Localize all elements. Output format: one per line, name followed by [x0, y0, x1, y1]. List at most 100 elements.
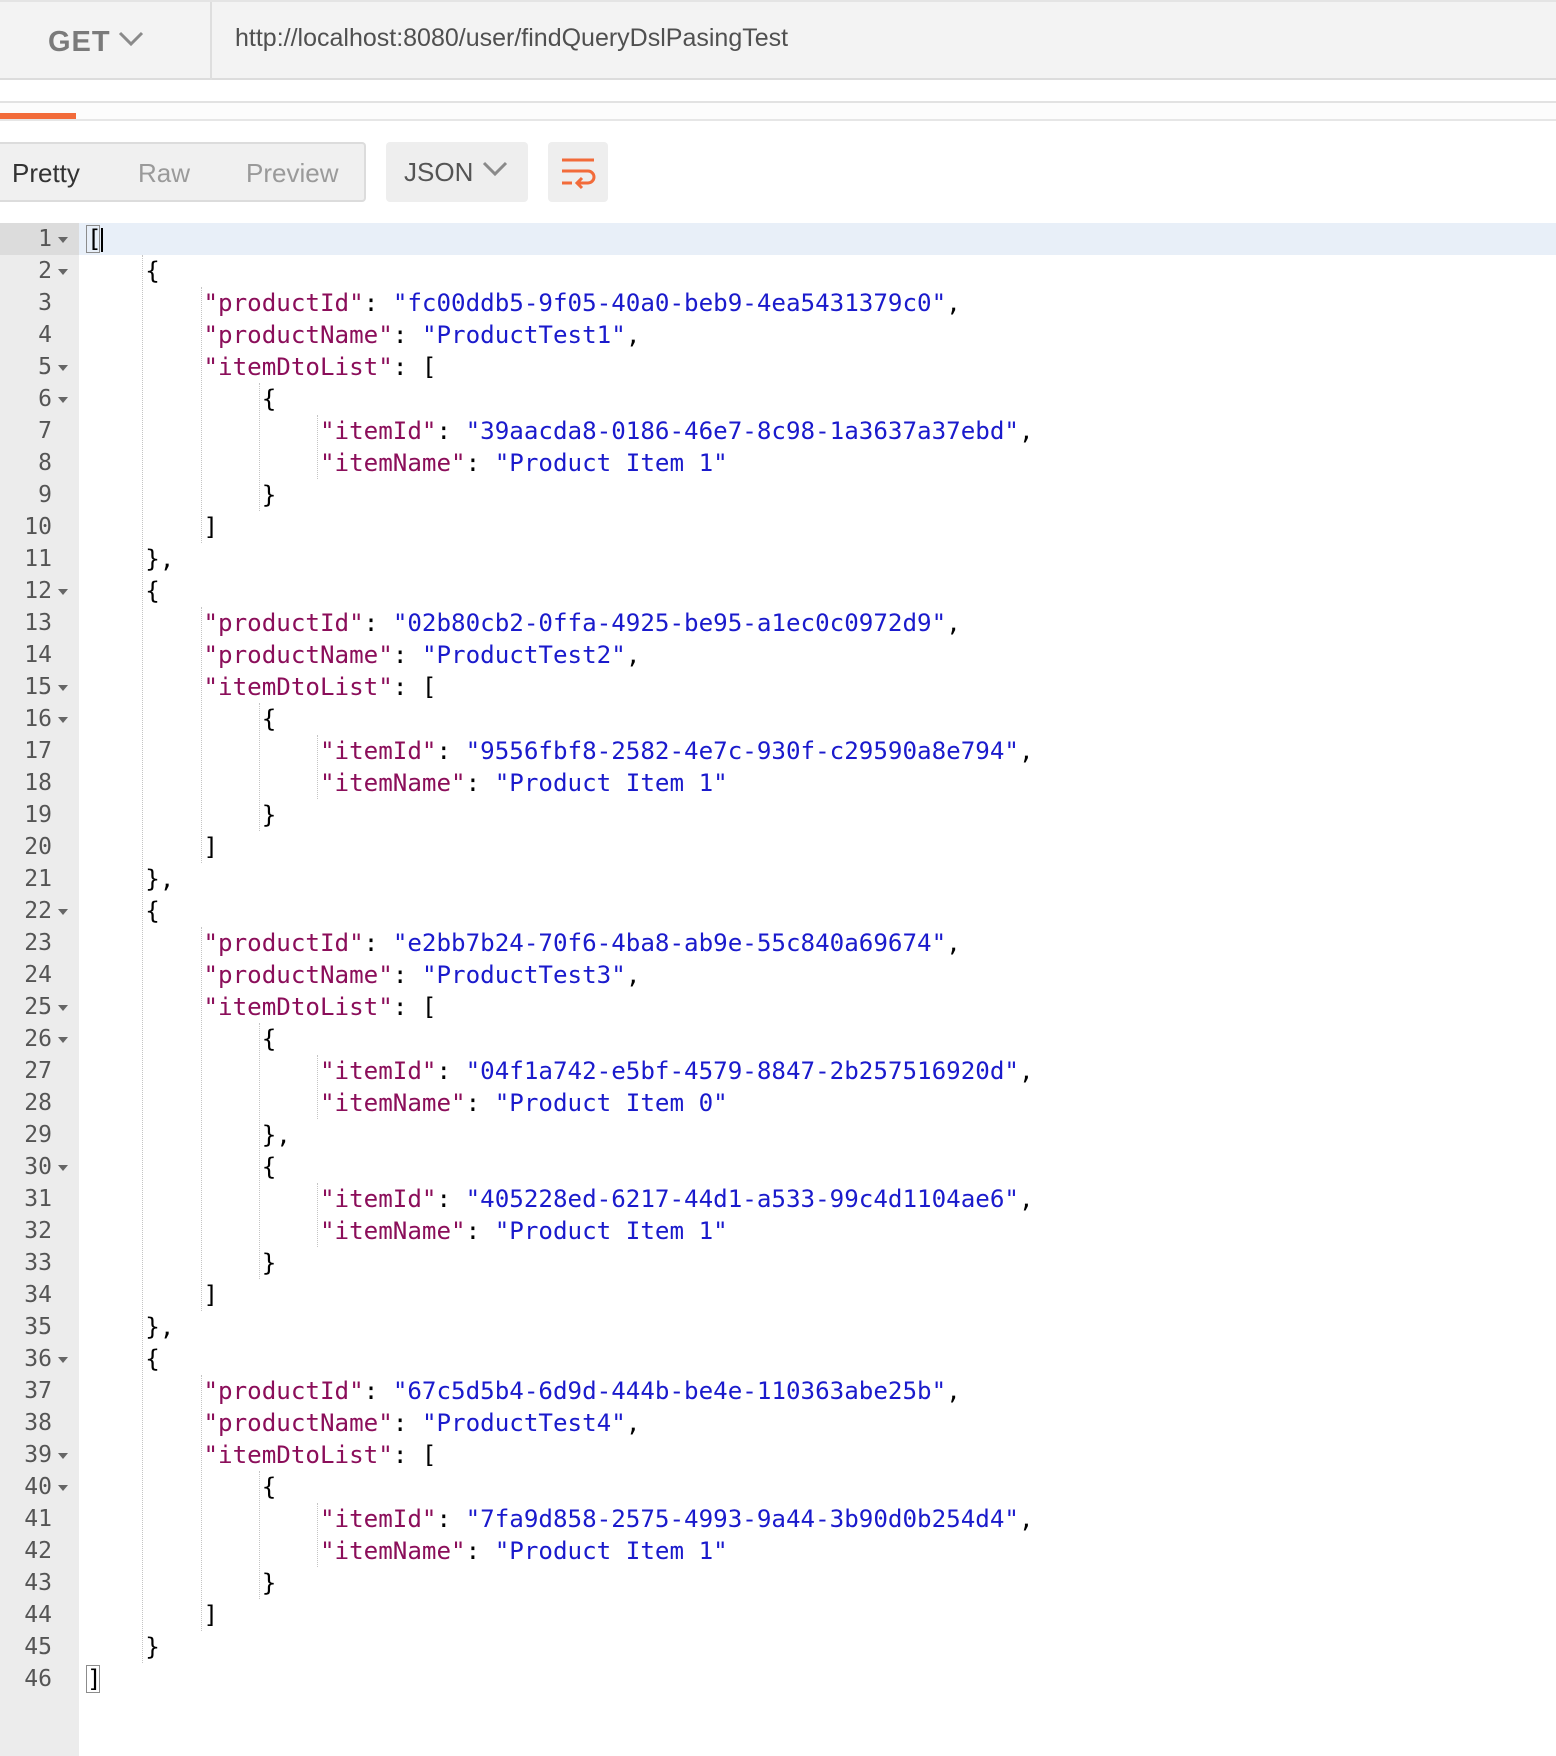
- text-cursor: [101, 228, 103, 252]
- code-line: 38 "productName": "ProductTest4",: [0, 1407, 1556, 1439]
- json-punctuation: :: [436, 1057, 466, 1085]
- format-select[interactable]: JSON: [386, 142, 528, 202]
- line-number: 35: [24, 1314, 52, 1340]
- method-select[interactable]: GET: [0, 2, 212, 80]
- wrap-lines-button[interactable]: [548, 142, 608, 202]
- json-punctuation: ,: [625, 641, 641, 669]
- fold-toggle-icon[interactable]: [58, 717, 68, 723]
- json-key: "itemDtoList": [203, 993, 393, 1021]
- fold-toggle-icon[interactable]: [58, 237, 68, 243]
- tab-raw[interactable]: Raw: [138, 158, 190, 189]
- fold-toggle-icon[interactable]: [58, 365, 68, 371]
- code-text: {: [87, 1343, 160, 1375]
- line-number: 41: [24, 1506, 52, 1532]
- json-punctuation: {: [145, 257, 160, 285]
- fold-toggle-icon[interactable]: [58, 589, 68, 595]
- json-punctuation: {: [145, 897, 160, 925]
- fold-toggle-icon[interactable]: [58, 909, 68, 915]
- code-line: 26 {: [0, 1023, 1556, 1055]
- code-line: 36 {: [0, 1343, 1556, 1375]
- fold-toggle-icon[interactable]: [58, 1005, 68, 1011]
- json-string-value: "ProductTest4": [421, 1409, 626, 1437]
- line-number: 38: [24, 1410, 52, 1436]
- line-number: 43: [24, 1570, 52, 1596]
- json-punctuation: ,: [625, 1409, 641, 1437]
- json-string-value: "fc00ddb5-9f05-40a0-beb9-4ea5431379c0": [392, 289, 947, 317]
- fold-toggle-icon[interactable]: [58, 1357, 68, 1363]
- json-string-value: "02b80cb2-0ffa-4925-be95-a1ec0c0972d9": [392, 609, 947, 637]
- code-text: "itemName": "Product Item 0": [87, 1087, 728, 1119]
- code-text: {: [87, 703, 277, 735]
- json-punctuation: {: [145, 1345, 160, 1373]
- fold-toggle-icon[interactable]: [58, 1037, 68, 1043]
- line-number: 29: [24, 1122, 52, 1148]
- line-number: 37: [24, 1378, 52, 1404]
- code-line: 6 {: [0, 383, 1556, 415]
- code-text: "productName": "ProductTest4",: [87, 1407, 641, 1439]
- json-key: "itemId": [320, 737, 437, 765]
- code-text: },: [87, 1119, 291, 1151]
- json-punctuation: ,: [946, 929, 961, 957]
- json-key: "productName": [203, 1409, 393, 1437]
- line-number: 14: [24, 642, 52, 668]
- line-number: 11: [24, 546, 52, 572]
- json-punctuation: :: [465, 1537, 495, 1565]
- active-tab-indicator: [0, 113, 76, 119]
- line-number: 44: [24, 1602, 52, 1628]
- code-text: "itemDtoList": [: [87, 351, 437, 383]
- code-line: 10 ]: [0, 511, 1556, 543]
- code-line: 30 {: [0, 1151, 1556, 1183]
- line-number: 4: [38, 322, 52, 348]
- code-line: 22 {: [0, 895, 1556, 927]
- code-line: 32 "itemName": "Product Item 1": [0, 1215, 1556, 1247]
- line-number: 40: [24, 1474, 52, 1500]
- code-text: {: [87, 895, 160, 927]
- json-punctuation: ]: [203, 1281, 219, 1309]
- line-number: 3: [38, 290, 52, 316]
- json-key: "itemId": [320, 1057, 437, 1085]
- json-punctuation: }: [145, 1633, 160, 1661]
- fold-toggle-icon[interactable]: [58, 397, 68, 403]
- json-punctuation: ,: [946, 1377, 961, 1405]
- view-mode-tabs: Pretty Raw Preview: [0, 142, 366, 202]
- fold-toggle-icon[interactable]: [58, 1453, 68, 1459]
- line-number: 22: [24, 898, 52, 924]
- code-line: 41 "itemId": "7fa9d858-2575-4993-9a44-3b…: [0, 1503, 1556, 1535]
- code-text: "itemId": "7fa9d858-2575-4993-9a44-3b90d…: [87, 1503, 1034, 1535]
- json-punctuation: {: [261, 1025, 277, 1053]
- json-key: "itemName": [320, 1217, 466, 1245]
- code-text: }: [87, 1247, 277, 1279]
- json-string-value: "ProductTest2": [421, 641, 626, 669]
- fold-toggle-icon[interactable]: [58, 1485, 68, 1491]
- code-line: 28 "itemName": "Product Item 0": [0, 1087, 1556, 1119]
- code-line: 39 "itemDtoList": [: [0, 1439, 1556, 1471]
- chevron-down-icon: [482, 161, 508, 177]
- line-number: 34: [24, 1282, 52, 1308]
- response-body-editor[interactable]: 1[2 {3 "productId": "fc00ddb5-9f05-40a0-…: [0, 223, 1556, 1756]
- url-input[interactable]: http://localhost:8080/user/findQueryDslP…: [235, 24, 788, 53]
- line-number: 30: [24, 1154, 52, 1180]
- fold-toggle-icon[interactable]: [58, 269, 68, 275]
- code-line: 43 }: [0, 1567, 1556, 1599]
- code-line: 18 "itemName": "Product Item 1": [0, 767, 1556, 799]
- tab-preview[interactable]: Preview: [246, 158, 338, 189]
- json-punctuation: ,: [1019, 1057, 1034, 1085]
- code-line: 7 "itemId": "39aacda8-0186-46e7-8c98-1a3…: [0, 415, 1556, 447]
- code-text: "itemDtoList": [: [87, 1439, 437, 1471]
- json-punctuation: }: [261, 481, 277, 509]
- code-text: {: [87, 575, 160, 607]
- fold-toggle-icon[interactable]: [58, 685, 68, 691]
- line-number: 6: [38, 386, 52, 412]
- line-number: 19: [24, 802, 52, 828]
- fold-toggle-icon[interactable]: [58, 1165, 68, 1171]
- line-number: 33: [24, 1250, 52, 1276]
- code-line: 2 {: [0, 255, 1556, 287]
- code-line: 33 }: [0, 1247, 1556, 1279]
- tab-pretty[interactable]: Pretty: [12, 158, 80, 189]
- code-line: 12 {: [0, 575, 1556, 607]
- code-text: ]: [87, 511, 219, 543]
- json-string-value: "e2bb7b24-70f6-4ba8-ab9e-55c840a69674": [392, 929, 947, 957]
- json-punctuation: :: [436, 1185, 466, 1213]
- code-line: 46]: [0, 1663, 1556, 1695]
- code-line: 1[: [0, 223, 1556, 255]
